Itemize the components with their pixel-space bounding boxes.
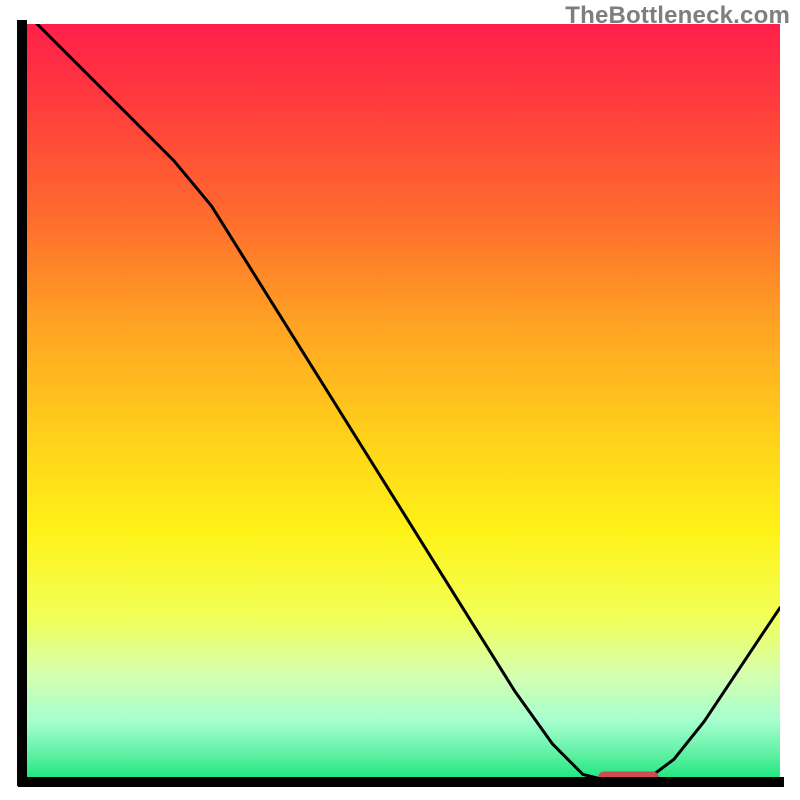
chart-svg — [0, 0, 800, 800]
chart-stage: TheBottleneck.com — [0, 0, 800, 800]
gradient-background — [22, 24, 780, 782]
watermark-label: TheBottleneck.com — [565, 2, 790, 30]
